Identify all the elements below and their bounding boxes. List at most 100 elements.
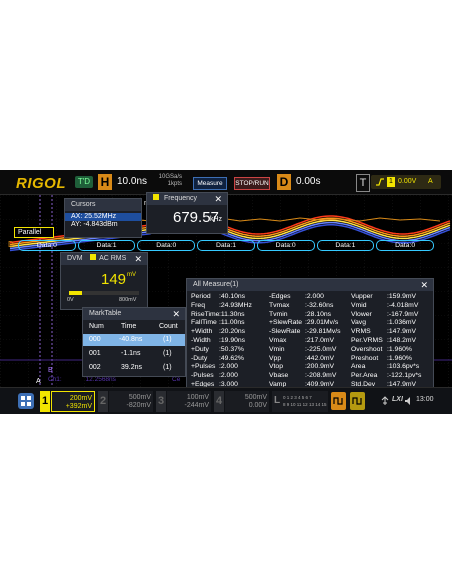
all-measure-title[interactable]: All Measure(1) ✕ <box>187 279 433 291</box>
channel-number: 2 <box>98 391 108 412</box>
cursor-a-marker[interactable]: A <box>36 378 41 385</box>
dvm-bar-fill <box>69 291 83 295</box>
close-icon[interactable]: ✕ <box>134 253 142 265</box>
measurement-name: FallTime <box>191 319 217 327</box>
measurement-value: :200.9mV <box>305 363 335 371</box>
measurement-name: Period <box>191 293 211 300</box>
status-row: Ch1: 12.2568ns Ce <box>48 376 184 385</box>
channel-3-panel[interactable]: 3 100mV -244mV <box>156 388 212 414</box>
measurement-value: :103.6pv*s <box>387 363 420 371</box>
measurement-name: +SlewRate <box>269 319 303 327</box>
measurement-name: VRMS <box>351 328 371 336</box>
logic-bits-bottom: 8 9 10 11 12 13 14 15 <box>283 402 327 407</box>
measurement-value: :-167.9mV <box>387 310 419 318</box>
timebase-value[interactable]: 10.0ns <box>117 176 147 187</box>
row-num: 001 <box>89 350 101 357</box>
cursors-title[interactable]: Cursors <box>65 199 141 211</box>
frequency-title[interactable]: Frequency ✕ <box>147 193 227 205</box>
all-measure-window[interactable]: All Measure(1) ✕ Period Freq RiseTime FallT… <box>186 278 434 394</box>
row-count: (1) <box>163 350 172 357</box>
channel-number: 1 <box>40 391 50 412</box>
channel-offset: 0.00V <box>248 402 267 409</box>
channel-1-panel[interactable]: 1 200mV +392mV <box>40 388 96 414</box>
measurement-name: Vtop <box>269 363 283 371</box>
channel-2-panel[interactable]: 2 500mV -820mV <box>98 388 154 414</box>
column-header-count: Count <box>159 323 178 330</box>
trigger-panel[interactable]: 1 0.00V A <box>371 175 441 189</box>
dvm-title[interactable]: DVM AC RMS ✕ <box>61 253 147 265</box>
logic-bits-top: 0 1 2 3 4 5 6 7 <box>283 395 312 400</box>
dvm-value: 149 <box>101 271 127 288</box>
bus-decode-cell: Data:1 <box>197 240 255 251</box>
measurement-name: Per.VRMS <box>351 337 383 344</box>
close-icon[interactable]: ✕ <box>420 279 428 291</box>
home-menu-icon[interactable] <box>18 393 34 409</box>
measurement-value: :217.0mV <box>305 337 335 344</box>
rising-edge-icon <box>376 178 384 186</box>
cursors-window[interactable]: Cursors AX: 25.52MHz AY: -4.843dBm <box>64 198 142 238</box>
channel-offset: -244mV <box>184 402 209 409</box>
channel-settings: 100mV -244mV <box>167 391 211 412</box>
status-right-label: Ce <box>172 376 181 383</box>
bus-decode-cell: Data:0 <box>137 240 196 251</box>
row-count: (1) <box>163 364 172 371</box>
measurement-name: Vavg <box>351 319 366 327</box>
channel-scale: 100mV <box>186 394 209 401</box>
waveform-generator-1-icon[interactable] <box>331 392 346 410</box>
all-measure-title-text: All Measure(1) <box>193 281 239 288</box>
measurement-value: :2.000 <box>219 363 238 371</box>
parallel-label: Parallel <box>15 228 53 237</box>
measurement-value: :-29.81Mv/s <box>305 328 341 336</box>
speaker-icon[interactable] <box>404 396 414 406</box>
table-row[interactable]: 002 39.2ns (1) <box>83 362 185 374</box>
measurement-value: :40.10ns <box>219 293 246 300</box>
measurement-value: :442.0mV <box>305 354 335 362</box>
dvm-scale-min: 0V <box>67 297 74 303</box>
measurement-name: Preshoot <box>351 354 379 362</box>
measurement-value: :1.036mV <box>387 319 417 327</box>
marktable-title[interactable]: MarkTable ✕ <box>83 308 185 320</box>
bus-decode-cell: Data:0 <box>18 240 76 251</box>
bus-decode-cell: Data:1 <box>77 240 136 251</box>
delay-value[interactable]: 0.00s <box>296 176 320 187</box>
stop-run-button[interactable]: STOP/RUN <box>234 177 270 190</box>
channel-settings: 500mV 0.00V <box>225 391 269 412</box>
measurement-value: :-122.1pv*s <box>387 372 422 380</box>
cursor-ay-value: AY: -4.843dBm <box>71 221 118 228</box>
measurement-name: -Duty <box>191 354 208 362</box>
table-row[interactable]: 001 -1.1ns (1) <box>83 348 185 360</box>
measurement-value: :28.10ns <box>305 310 332 318</box>
table-row[interactable]: 000 -40.8ns (1) <box>83 334 185 346</box>
frequency-window[interactable]: Frequency ✕ 679.57 kHz <box>146 192 228 234</box>
measure-button[interactable]: Measure <box>193 177 227 190</box>
logic-channel-panel[interactable]: L 0 1 2 3 4 5 6 7 8 9 10 11 12 13 14 15 <box>272 391 328 412</box>
delay-button[interactable]: D <box>277 174 291 190</box>
dvm-window[interactable]: DVM AC RMS ✕ 149 mV 0V 800mV <box>60 252 148 310</box>
measurement-value: :24.93MHz <box>219 301 252 309</box>
horizontal-button[interactable]: H <box>98 174 112 190</box>
cursor-b-marker[interactable]: B <box>48 367 53 374</box>
row-count: (1) <box>163 336 172 343</box>
measurement-name: RiseTime <box>191 310 220 318</box>
channel-4-panel[interactable]: 4 500mV 0.00V <box>214 388 270 414</box>
waveform-generator-2-icon[interactable] <box>350 392 365 410</box>
measurement-name: Tvmax <box>269 301 290 309</box>
marktable-title-text: MarkTable <box>89 310 122 317</box>
marktable-window[interactable]: MarkTable ✕ Num Time Count 000 -40.8ns (… <box>82 307 186 377</box>
mode-badge[interactable]: T'D <box>75 176 93 188</box>
close-icon[interactable]: ✕ <box>172 308 180 320</box>
trigger-button[interactable]: T <box>356 174 370 192</box>
channel-number: 3 <box>156 391 166 412</box>
bus-decode-cell: Data:0 <box>376 240 434 251</box>
row-num: 002 <box>89 364 101 371</box>
channel-scale: 200mV <box>69 395 92 402</box>
channel-number: 4 <box>214 391 224 412</box>
dvm-scale-max: 800mV <box>119 297 137 303</box>
parallel-bus-tag[interactable]: Parallel <box>14 227 54 238</box>
frequency-unit: kHz <box>210 216 223 223</box>
measurement-value: :159.9mV <box>387 293 417 300</box>
measurement-value: :2.000 <box>219 372 238 380</box>
measurement-value: :-32.60ns <box>305 301 334 309</box>
measurement-value: :49.62% <box>219 354 244 362</box>
close-icon[interactable]: ✕ <box>214 193 222 205</box>
